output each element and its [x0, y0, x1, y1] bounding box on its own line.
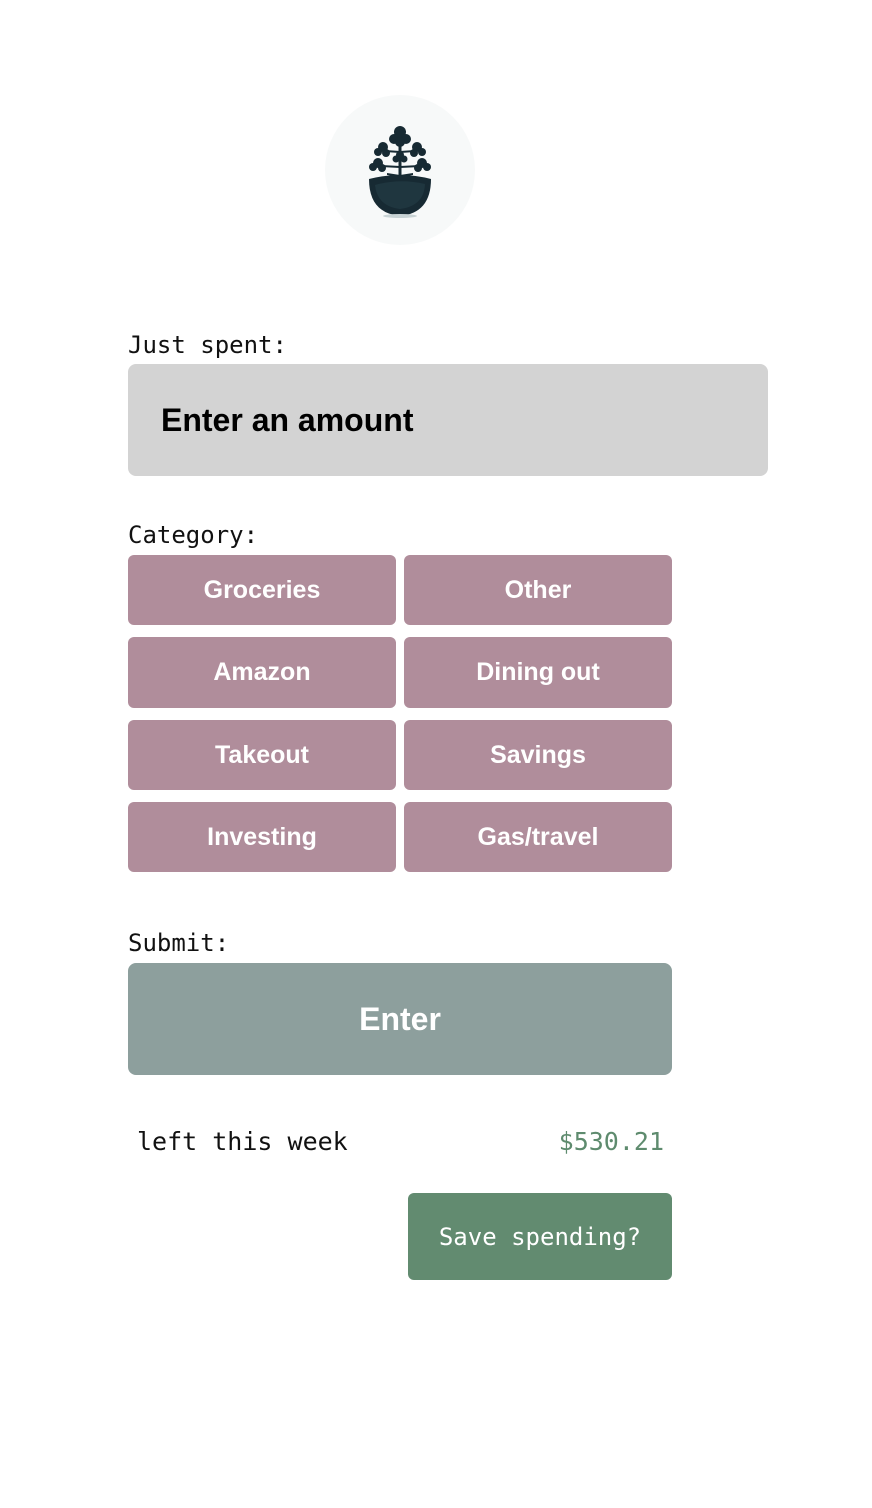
category-button-dining-out[interactable]: Dining out: [404, 637, 672, 708]
enter-button[interactable]: Enter: [128, 963, 672, 1075]
category-button-investing[interactable]: Investing: [128, 802, 396, 872]
amount-input[interactable]: [128, 364, 768, 476]
category-button-gas-travel[interactable]: Gas/travel: [404, 802, 672, 872]
category-button-groceries[interactable]: Groceries: [128, 555, 396, 625]
category-button-takeout[interactable]: Takeout: [128, 720, 396, 790]
category-button-savings[interactable]: Savings: [404, 720, 672, 790]
plant-bowl-icon: [369, 126, 431, 218]
category-label: Category:: [128, 521, 259, 549]
category-button-amazon[interactable]: Amazon: [128, 637, 396, 708]
remaining-amount: $530.21: [558, 1127, 664, 1156]
submit-label: Submit:: [128, 929, 230, 957]
save-spending-button[interactable]: Save spending?: [408, 1193, 672, 1280]
logo: [325, 95, 475, 245]
left-this-week-label: left this week: [137, 1127, 348, 1156]
category-button-other[interactable]: Other: [404, 555, 672, 625]
amount-label: Just spent:: [128, 331, 287, 359]
